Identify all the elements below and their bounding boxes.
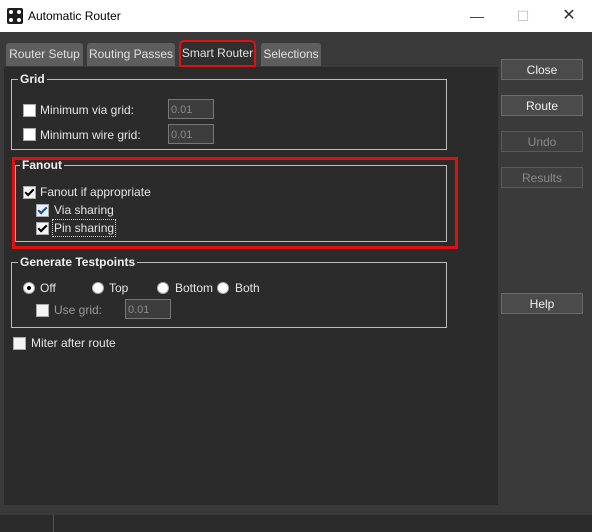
miter-after-route-checkbox[interactable] <box>13 337 26 350</box>
minimize-button[interactable]: — <box>454 0 500 32</box>
testpoint-off-label: Off <box>40 281 56 295</box>
min-wire-grid-field[interactable]: 0.01 <box>168 124 214 144</box>
testpoint-top-radio[interactable] <box>92 282 104 294</box>
use-grid-label: Use grid: <box>54 303 103 317</box>
testpoint-bottom-radio[interactable] <box>157 282 169 294</box>
min-via-grid-checkbox[interactable] <box>23 104 36 117</box>
close-button[interactable]: Close <box>501 59 583 80</box>
testpoint-both-radio[interactable] <box>217 282 229 294</box>
help-button[interactable]: Help <box>501 293 583 314</box>
fanout-if-appropriate-checkbox[interactable] <box>23 186 36 199</box>
testpoint-bottom-label: Bottom <box>175 281 214 295</box>
min-wire-grid-label: Minimum wire grid: <box>40 128 141 142</box>
status-bar <box>0 515 592 532</box>
route-button[interactable]: Route <box>501 95 583 116</box>
testpoint-top-label: Top <box>109 281 129 295</box>
tab-selections[interactable]: Selections <box>261 43 321 66</box>
testpoints-group: Generate Testpoints <box>11 255 447 328</box>
results-button[interactable]: Results <box>501 167 583 188</box>
testpoint-both-label: Both <box>235 281 260 295</box>
maximize-button[interactable]: ☐ <box>500 0 546 32</box>
fanout-if-appropriate-label: Fanout if appropriate <box>40 185 151 199</box>
testpoint-off-radio[interactable] <box>23 282 35 294</box>
tab-router-setup[interactable]: Router Setup <box>6 43 83 66</box>
pin-sharing-label: Pin sharing <box>51 219 117 237</box>
min-via-grid-field[interactable]: 0.01 <box>168 99 214 119</box>
close-window-button[interactable]: ✕ <box>546 0 592 32</box>
min-via-grid-label: Minimum via grid: <box>40 103 135 117</box>
via-sharing-checkbox[interactable] <box>36 204 49 217</box>
min-wire-grid-checkbox[interactable] <box>23 128 36 141</box>
grid-group-label: Grid <box>18 72 47 86</box>
pin-sharing-checkbox[interactable] <box>36 222 49 235</box>
title-bar: Automatic Router — ☐ ✕ <box>0 0 592 32</box>
undo-button[interactable]: Undo <box>501 131 583 152</box>
use-grid-checkbox[interactable] <box>36 304 49 317</box>
use-grid-field[interactable]: 0.01 <box>125 299 171 319</box>
testpoints-group-label: Generate Testpoints <box>18 255 138 269</box>
via-sharing-label: Via sharing <box>54 203 114 217</box>
app-icon <box>7 8 23 24</box>
tab-routing-passes[interactable]: Routing Passes <box>87 43 175 66</box>
tab-smart-router[interactable]: Smart Router <box>179 40 256 67</box>
window-title: Automatic Router <box>28 9 121 23</box>
miter-after-route-label: Miter after route <box>31 336 116 350</box>
